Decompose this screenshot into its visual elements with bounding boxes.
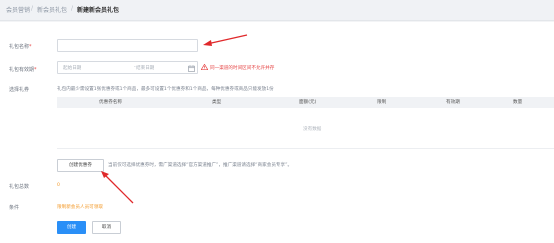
annotation-arrows [101, 34, 248, 204]
annotation-arrow-name-field [203, 34, 248, 46]
annotation-arrow-create-coupon [101, 171, 134, 204]
